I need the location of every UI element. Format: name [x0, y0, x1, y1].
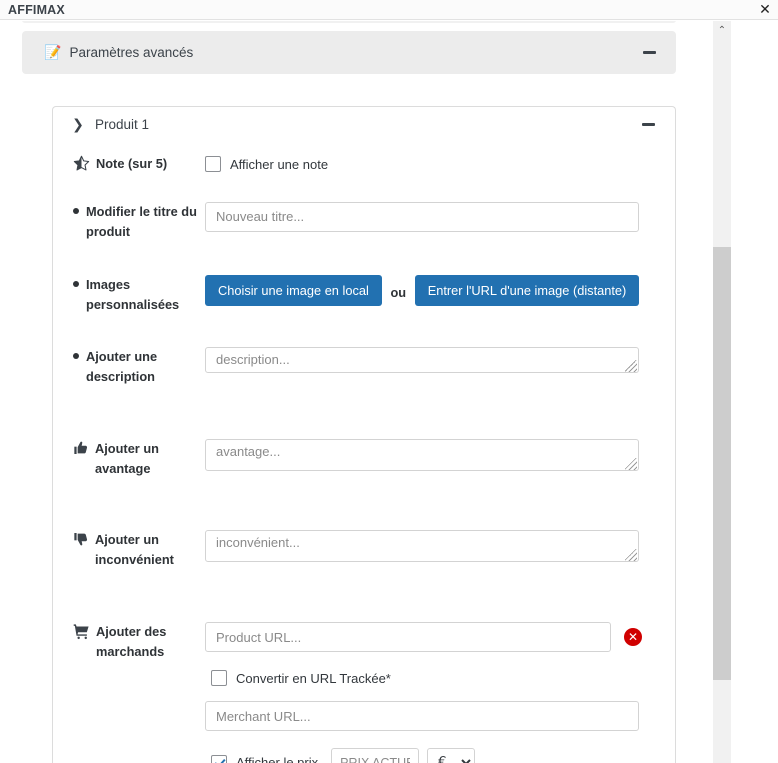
- product-collapse-button[interactable]: [637, 114, 659, 136]
- merchant-url-input[interactable]: [205, 701, 639, 732]
- scroll-up-icon[interactable]: ⌃: [713, 21, 731, 39]
- thumbs-up-icon: [73, 439, 89, 457]
- con-textarea[interactable]: [205, 530, 639, 563]
- pro-label-wrap: Ajouter un avantage: [53, 439, 205, 479]
- product-title: Produit 1: [95, 117, 150, 132]
- pro-label: Ajouter un avantage: [95, 440, 159, 476]
- show-price-checkbox[interactable]: [211, 754, 227, 763]
- window-titlebar: AFFIMAX ✕: [0, 0, 778, 20]
- advanced-settings-panel-header[interactable]: 📝 Paramètres avancés: [22, 31, 676, 74]
- product-form: Note (sur 5) Afficher une note Modifier …: [53, 142, 675, 763]
- currency-select[interactable]: €: [427, 748, 476, 763]
- con-label: Ajouter un inconvénient: [95, 532, 174, 568]
- pro-field: [205, 438, 675, 474]
- show-rating-label: Afficher une note: [230, 156, 329, 172]
- bullet-icon: [73, 281, 79, 288]
- con-label-wrap: Ajouter un inconvénient: [53, 530, 205, 570]
- close-icon[interactable]: ✕: [752, 0, 778, 19]
- row-pro: Ajouter un avantage: [53, 438, 675, 479]
- thumbs-down-icon: [73, 530, 89, 548]
- window-title: AFFIMAX: [8, 2, 65, 17]
- pro-textarea[interactable]: [205, 438, 639, 471]
- row-con: Ajouter un inconvénient: [53, 530, 675, 570]
- description-field: [205, 347, 675, 376]
- description-label: Ajouter une description: [86, 349, 158, 384]
- rating-field: Afficher une note: [205, 154, 675, 172]
- row-rating: Note (sur 5) Afficher une note: [53, 154, 675, 174]
- bullet-icon: [73, 207, 79, 214]
- merchants-label: Ajouter des marchands: [96, 624, 167, 659]
- con-field: [205, 530, 675, 565]
- images-label-wrap: Images personnalisées: [53, 275, 205, 315]
- row-description: Ajouter une description: [53, 347, 675, 387]
- title-label-wrap: Modifier le titre du produit: [53, 202, 205, 242]
- convert-tracked-url-checkbox[interactable]: [211, 670, 227, 687]
- current-price-input[interactable]: [331, 748, 420, 763]
- star-half-icon: [73, 154, 90, 172]
- product-title-field: [205, 201, 675, 232]
- bullet-icon: [73, 353, 79, 360]
- row-product-title: Modifier le titre du produit: [53, 201, 675, 242]
- row-images: Images personnalisées Choisir une image …: [53, 275, 675, 315]
- images-field: Choisir une image en local ou Entrer l'U…: [205, 275, 675, 307]
- product-title-input[interactable]: [205, 201, 639, 232]
- description-textarea[interactable]: [205, 347, 639, 374]
- delete-merchant-icon[interactable]: ✕: [624, 628, 642, 647]
- chevron-right-icon[interactable]: ❯: [71, 117, 85, 133]
- images-label: Images personnalisées: [86, 277, 180, 313]
- show-rating-checkbox[interactable]: [205, 156, 221, 172]
- merchants-label-wrap: Ajouter des marchands: [53, 622, 205, 662]
- convert-tracked-url-label: Convertir en URL Trackée*: [236, 670, 391, 686]
- show-price-label: Afficher le prix: [236, 755, 319, 763]
- advanced-settings-title: Paramètres avancés: [69, 45, 194, 60]
- product-title-label: Modifier le titre du produit: [86, 203, 197, 239]
- scrollbar-thumb[interactable]: [713, 247, 731, 680]
- description-label-wrap: Ajouter une description: [53, 347, 205, 387]
- memo-icon: 📝: [44, 44, 62, 61]
- product-card: ❯ Produit 1 Note (sur 5) Afficher une no…: [52, 106, 676, 763]
- vertical-scrollbar[interactable]: ⌃: [713, 21, 731, 763]
- product-url-input[interactable]: [205, 622, 611, 653]
- rating-label-wrap: Note (sur 5): [53, 154, 205, 174]
- or-separator-label: ou: [390, 284, 407, 300]
- page-scroll-area: 📝 Paramètres avancés ❯ Produit 1 Note (s…: [0, 21, 712, 763]
- product-card-header[interactable]: ❯ Produit 1: [53, 107, 675, 142]
- shopping-cart-icon: [73, 622, 90, 640]
- panel-above-sliver: [22, 21, 676, 23]
- rating-label: Note (sur 5): [96, 156, 168, 171]
- row-merchants: Ajouter des marchands ✕ Convertir en URL…: [53, 622, 675, 763]
- advanced-settings-collapse-button[interactable]: [638, 42, 660, 64]
- enter-remote-image-url-button[interactable]: Entrer l'URL d'une image (distante): [414, 275, 640, 307]
- choose-local-image-button[interactable]: Choisir une image en local: [205, 275, 382, 307]
- merchants-field: ✕ Convertir en URL Trackée* Affiche: [205, 622, 675, 763]
